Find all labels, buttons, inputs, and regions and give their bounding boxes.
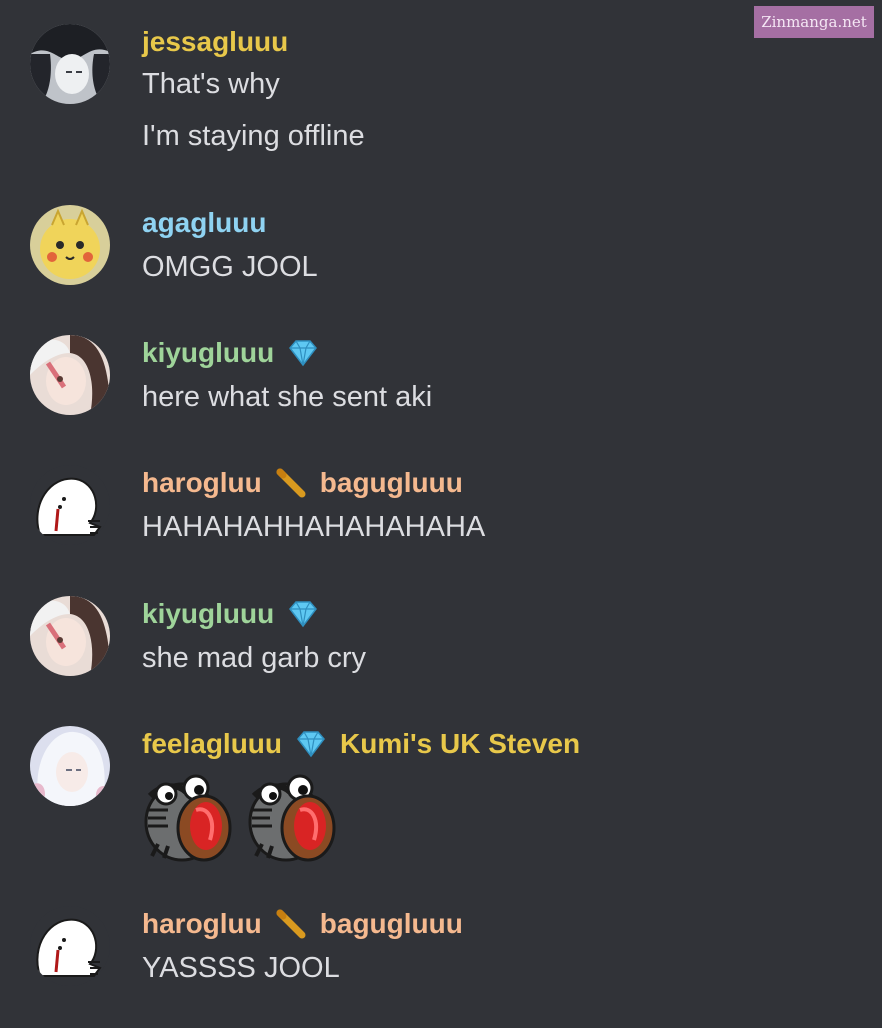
pencil-icon bbox=[274, 466, 308, 500]
avatar[interactable] bbox=[30, 205, 110, 285]
message-text: YASSSS JOOL bbox=[142, 952, 340, 984]
diamond-icon bbox=[286, 597, 320, 631]
avatar-white-blob-icon bbox=[30, 465, 110, 545]
avatar[interactable] bbox=[30, 906, 110, 986]
avatar[interactable] bbox=[30, 596, 110, 676]
secondary-username[interactable]: bagugluuu bbox=[320, 908, 463, 940]
diamond-icon bbox=[294, 727, 328, 761]
message-text: That's why bbox=[142, 68, 280, 100]
avatar[interactable] bbox=[30, 726, 110, 806]
avatar[interactable] bbox=[30, 465, 110, 545]
avatar-dark-hair-icon bbox=[30, 24, 110, 104]
avatar-white-haired-icon bbox=[30, 726, 110, 806]
crying-emote-icon[interactable] bbox=[246, 766, 342, 862]
avatar-anime-girl-icon bbox=[30, 596, 110, 676]
avatar[interactable] bbox=[30, 24, 110, 104]
username-row: kiyugluuu bbox=[142, 596, 320, 632]
message-text: she mad garb cry bbox=[142, 642, 367, 674]
username[interactable]: harogluu bbox=[142, 467, 262, 499]
avatar-yellow-creature-icon bbox=[30, 205, 110, 285]
message-text: I'm staying offline bbox=[142, 120, 365, 152]
emote-row bbox=[142, 766, 352, 862]
secondary-username[interactable]: bagugluuu bbox=[320, 467, 463, 499]
username[interactable]: jessagluuu bbox=[142, 26, 288, 58]
message-text: OMGG JOOL bbox=[142, 251, 318, 283]
message-text: HAHAHAHHAHAHAHAHA bbox=[142, 511, 486, 543]
username-row: kiyugluuu bbox=[142, 335, 320, 371]
message: harogluu bagugluuu YASSSS JOOL bbox=[0, 906, 882, 986]
message: feelagluuu Kumi's UK Steven bbox=[0, 726, 882, 866]
username[interactable]: harogluu bbox=[142, 908, 262, 940]
avatar-white-blob-icon bbox=[30, 906, 110, 986]
message: kiyugluuu here what she sent aki bbox=[0, 335, 882, 415]
username[interactable]: feelagluuu bbox=[142, 728, 282, 760]
crying-emote-icon[interactable] bbox=[142, 766, 238, 862]
username-row: jessagluuu bbox=[142, 24, 288, 60]
message-text: here what she sent aki bbox=[142, 381, 433, 413]
message: jessagluuu That's why I'm staying offlin… bbox=[0, 24, 882, 164]
username-row: agagluuu bbox=[142, 205, 266, 241]
message: kiyugluuu she mad garb cry bbox=[0, 596, 882, 676]
avatar[interactable] bbox=[30, 335, 110, 415]
username-row: harogluu bagugluuu bbox=[142, 465, 463, 501]
avatar-anime-girl-icon bbox=[30, 335, 110, 415]
secondary-username[interactable]: Kumi's UK Steven bbox=[340, 728, 580, 760]
message: agagluuu OMGG JOOL bbox=[0, 205, 882, 285]
username-row: harogluu bagugluuu bbox=[142, 906, 463, 942]
message: harogluu bagugluuu HAHAHAHHAHAHAHAHA bbox=[0, 465, 882, 545]
username[interactable]: agagluuu bbox=[142, 207, 266, 239]
username[interactable]: kiyugluuu bbox=[142, 598, 274, 630]
diamond-icon bbox=[286, 336, 320, 370]
pencil-icon bbox=[274, 907, 308, 941]
username-row: feelagluuu Kumi's UK Steven bbox=[142, 726, 580, 762]
username[interactable]: kiyugluuu bbox=[142, 337, 274, 369]
